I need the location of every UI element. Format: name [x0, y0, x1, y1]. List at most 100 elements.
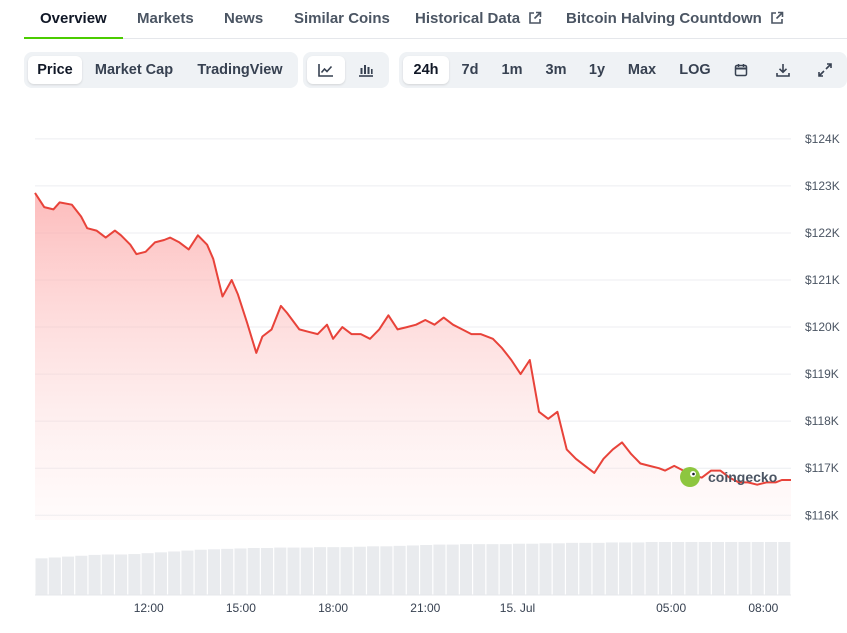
chart-style-group [303, 52, 389, 88]
expand-icon [818, 63, 832, 77]
y-tick-label: $117K [805, 461, 839, 475]
range-1m-button[interactable]: 1m [494, 56, 530, 84]
price-area [35, 192, 791, 520]
x-tick-label: 15:00 [226, 601, 256, 615]
volume-bar [353, 546, 366, 595]
x-axis: 12:00 15:00 18:00 21:00 15. Jul 05:00 08:00 [35, 594, 791, 615]
volume-bar [247, 548, 260, 595]
price-chart[interactable]: $124K $123K $122K $121K $120K $119K $118K $117K… [0, 100, 847, 633]
volume-bar [778, 542, 791, 595]
tab-halving-countdown[interactable]: Bitcoin Halving Countdown [566, 0, 784, 38]
line-chart-button[interactable] [307, 56, 345, 84]
volume-bar [473, 544, 486, 595]
x-tick-label: 12:00 [134, 601, 164, 615]
candlestick-icon [359, 65, 373, 77]
y-tick-label: $119K [805, 367, 839, 381]
tab-historical-data[interactable]: Historical Data [415, 0, 542, 38]
gecko-logo-icon [680, 467, 700, 487]
x-tick-label: 05:00 [656, 601, 686, 615]
download-button[interactable] [767, 56, 799, 84]
tab-markets[interactable]: Markets [137, 0, 194, 38]
tab-similar-coins[interactable]: Similar Coins [294, 0, 390, 38]
volume-bar [738, 542, 751, 595]
volume-bar [48, 557, 61, 595]
volume-bar [764, 542, 778, 595]
gecko-pupil-icon [692, 472, 695, 476]
volume-bar [433, 544, 446, 595]
external-link-icon [771, 11, 784, 24]
volume-bar [62, 556, 75, 595]
range-1y-button[interactable]: 1y [581, 56, 613, 84]
calendar-button[interactable] [725, 56, 757, 84]
download-icon [776, 64, 790, 77]
external-link-icon [529, 11, 542, 24]
volume-bar [685, 542, 698, 595]
y-tick-label: $116K [805, 508, 839, 522]
tab-news[interactable]: News [224, 0, 263, 38]
volume-bar [234, 548, 247, 595]
coingecko-watermark: coingecko [680, 467, 777, 487]
volume-bar [566, 542, 579, 595]
y-tick-label: $120K [805, 320, 840, 334]
volume-bar [619, 542, 632, 595]
volume-bar [698, 542, 711, 595]
tradingview-button[interactable]: TradingView [186, 56, 294, 84]
volume-bar [592, 542, 605, 595]
range-3m-button[interactable]: 3m [537, 56, 575, 84]
volume-bar [101, 554, 114, 595]
y-tick-label: $121K [805, 273, 840, 287]
candlestick-chart-button[interactable] [347, 56, 385, 84]
volume-bar [168, 551, 181, 595]
y-tick-label: $123K [805, 179, 840, 193]
x-tick-label: 18:00 [318, 601, 348, 615]
volume-bar [526, 543, 539, 595]
log-scale-button[interactable]: LOG [671, 56, 719, 84]
volume-bar [579, 542, 592, 595]
volume-bar [605, 542, 618, 595]
fullscreen-button[interactable] [809, 56, 841, 84]
volume-bar [35, 558, 48, 595]
range-group: 24h 7d 1m 3m 1y Max LOG [399, 52, 847, 88]
x-tick-label: 15. Jul [500, 601, 535, 615]
price-view-button[interactable]: Price [28, 56, 82, 84]
volume-bar [380, 546, 393, 595]
volume-bar [539, 543, 552, 595]
volume-bar [194, 549, 207, 595]
calendar-icon [734, 64, 748, 77]
volume-bar [340, 547, 353, 595]
volume-bar [486, 544, 499, 595]
volume-bar [552, 543, 565, 595]
volume-bar [499, 544, 512, 595]
volume-bar [751, 542, 764, 595]
volume-bar [300, 547, 313, 595]
range-7d-button[interactable]: 7d [453, 56, 487, 84]
volume-bar [645, 542, 658, 595]
volume-bar [260, 548, 274, 595]
volume-bar [314, 547, 327, 595]
volume-bars [35, 542, 791, 595]
volume-bar [115, 554, 128, 595]
y-tick-label: $124K [805, 132, 840, 146]
volume-bar [128, 554, 141, 595]
volume-bar [711, 542, 724, 595]
volume-bar [446, 544, 459, 595]
y-tick-label: $122K [805, 226, 840, 240]
market-cap-view-button[interactable]: Market Cap [86, 56, 182, 84]
volume-bar [512, 543, 526, 595]
tab-label: Markets [137, 10, 194, 27]
tab-bar: Overview Markets News Similar Coins Hist… [24, 0, 847, 39]
line-chart-icon [318, 64, 333, 77]
range-max-button[interactable]: Max [619, 56, 665, 84]
volume-bar [75, 555, 88, 595]
volume-bar [207, 549, 220, 595]
volume-bar [154, 552, 167, 595]
tab-overview[interactable]: Overview [24, 0, 123, 39]
x-tick-label: 21:00 [410, 601, 440, 615]
watermark-text: coingecko [708, 469, 777, 485]
volume-bar [221, 548, 234, 595]
volume-bar [367, 546, 380, 595]
x-tick-label: 08:00 [748, 601, 778, 615]
range-24h-button[interactable]: 24h [403, 56, 449, 84]
volume-bar [672, 542, 685, 595]
volume-bar [725, 542, 738, 595]
